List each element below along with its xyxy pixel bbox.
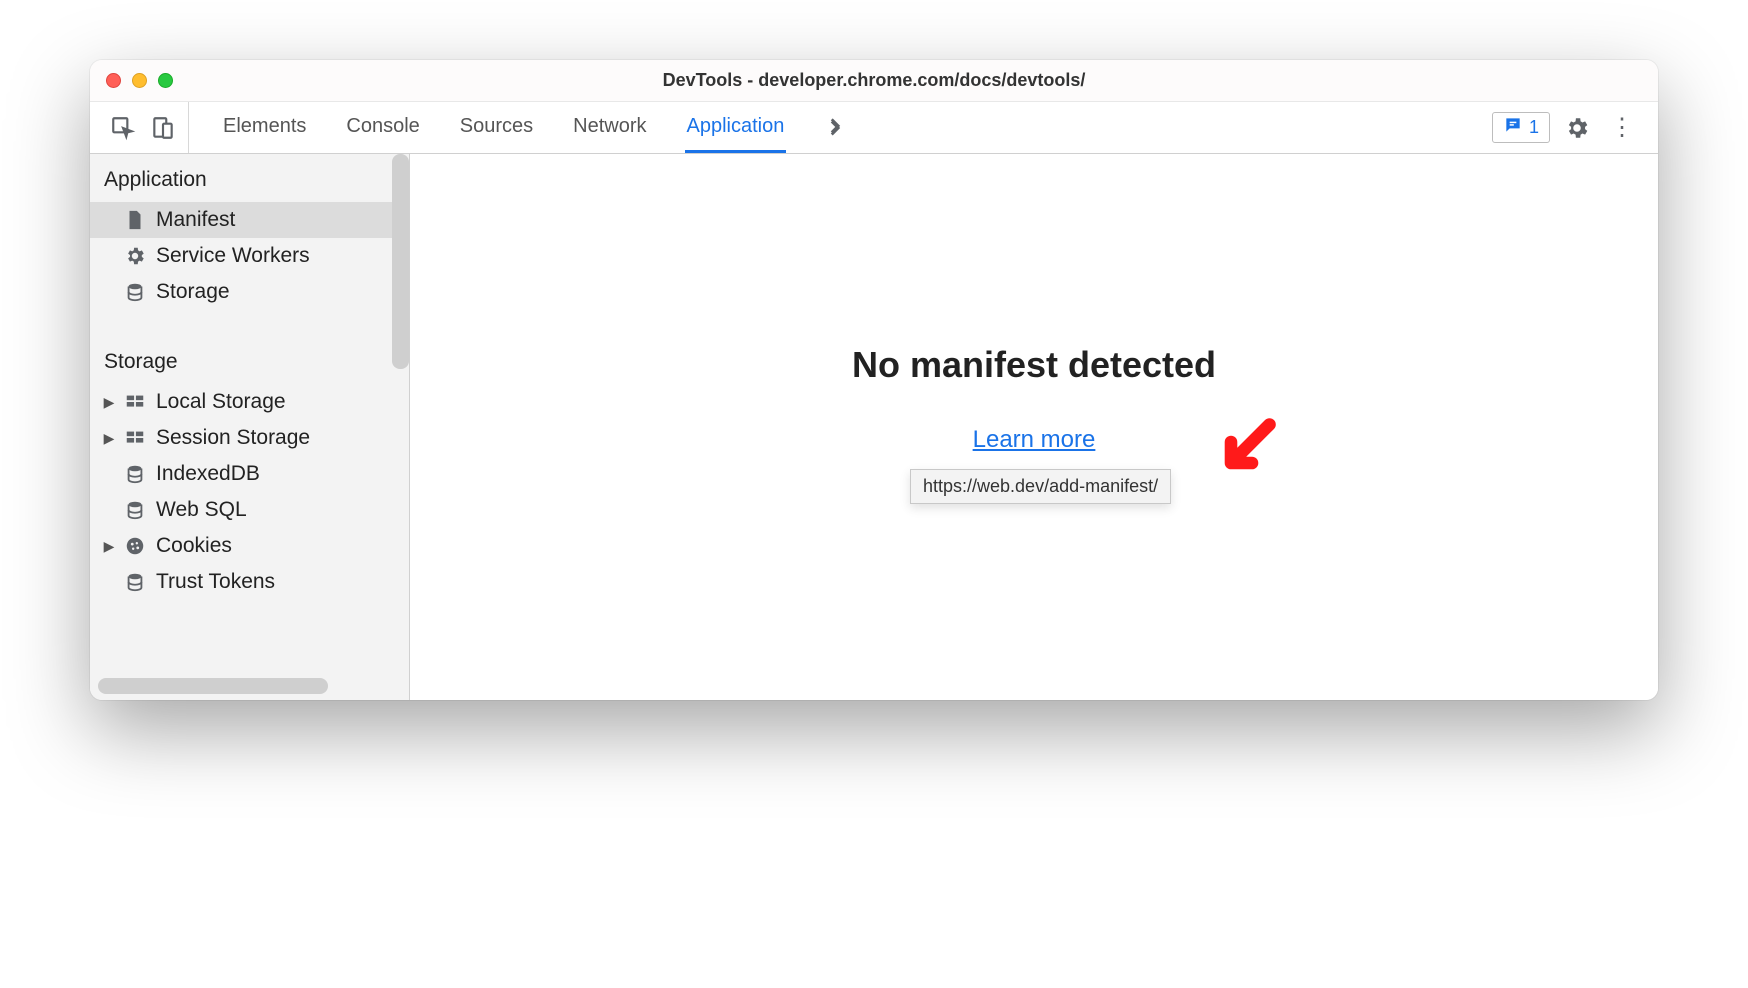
issue-icon <box>1503 115 1523 140</box>
gear-icon <box>124 245 146 267</box>
no-manifest-heading: No manifest detected <box>852 344 1216 386</box>
application-sidebar: Application Manifest Service Workers Sto… <box>90 154 410 700</box>
sidebar-item-session-storage[interactable]: ▶ Session Storage <box>90 420 409 456</box>
tabstrip-right-tools: 1 ⋮ <box>1482 102 1650 153</box>
sidebar-item-label: Manifest <box>156 208 235 232</box>
database-icon <box>124 499 146 521</box>
panel-content: Application Manifest Service Workers Sto… <box>90 154 1658 700</box>
sidebar-horizontal-scrollbar[interactable] <box>98 678 328 694</box>
learn-more-link[interactable]: Learn more <box>973 426 1096 454</box>
sidebar-item-service-workers[interactable]: Service Workers <box>90 238 409 274</box>
inspect-element-icon[interactable] <box>110 115 136 141</box>
sidebar-item-label: Storage <box>156 280 230 304</box>
database-icon <box>124 281 146 303</box>
close-window-button[interactable] <box>106 73 121 88</box>
issues-counter[interactable]: 1 <box>1492 112 1550 143</box>
sidebar-item-cookies[interactable]: ▶ Cookies <box>90 528 409 564</box>
section-application-header: Application <box>90 154 409 202</box>
database-icon <box>124 571 146 593</box>
devtools-window: DevTools - developer.chrome.com/docs/dev… <box>90 60 1658 700</box>
cookie-icon <box>124 535 146 557</box>
table-icon <box>124 427 146 449</box>
tab-console[interactable]: Console <box>344 102 421 153</box>
file-icon <box>124 209 146 231</box>
sidebar-item-label: Service Workers <box>156 244 310 268</box>
sidebar-item-web-sql[interactable]: Web SQL <box>90 492 409 528</box>
sidebar-item-label: Session Storage <box>156 426 310 450</box>
panel-tabs: Elements Console Sources Network Applica… <box>197 102 1482 153</box>
maximize-window-button[interactable] <box>158 73 173 88</box>
database-icon <box>124 463 146 485</box>
sidebar-item-storage-app[interactable]: Storage <box>90 274 409 310</box>
tab-elements[interactable]: Elements <box>221 102 308 153</box>
sidebar-item-manifest[interactable]: Manifest <box>90 202 409 238</box>
annotation-arrow-icon <box>1210 414 1280 489</box>
sidebar-item-indexeddb[interactable]: IndexedDB <box>90 456 409 492</box>
tab-application[interactable]: Application <box>685 102 787 153</box>
chevron-right-icon: ▶ <box>102 538 116 555</box>
sidebar-item-local-storage[interactable]: ▶ Local Storage <box>90 384 409 420</box>
more-options-button[interactable]: ⋮ <box>1604 113 1640 142</box>
window-title: DevTools - developer.chrome.com/docs/dev… <box>90 70 1658 91</box>
inspect-tools <box>98 102 189 153</box>
devtools-tabstrip: Elements Console Sources Network Applica… <box>90 102 1658 154</box>
issues-count: 1 <box>1529 117 1539 138</box>
link-tooltip: https://web.dev/add-manifest/ <box>910 469 1171 504</box>
sidebar-item-label: Web SQL <box>156 498 247 522</box>
sidebar-item-label: IndexedDB <box>156 462 260 486</box>
tab-sources[interactable]: Sources <box>458 102 535 153</box>
tab-network[interactable]: Network <box>571 102 648 153</box>
settings-button[interactable] <box>1564 115 1590 141</box>
chevron-right-icon: ▶ <box>102 394 116 411</box>
toggle-device-toolbar-icon[interactable] <box>150 115 176 141</box>
chevron-right-icon: ▶ <box>102 430 116 447</box>
section-storage-header: Storage <box>90 336 409 384</box>
sidebar-item-trust-tokens[interactable]: Trust Tokens <box>90 564 409 600</box>
sidebar-item-label: Cookies <box>156 534 232 558</box>
table-icon <box>124 391 146 413</box>
sidebar-item-label: Local Storage <box>156 390 286 414</box>
more-tabs-button[interactable] <box>822 102 848 153</box>
sidebar-scrollbar[interactable] <box>392 154 409 369</box>
window-controls <box>106 73 173 88</box>
sidebar-item-label: Trust Tokens <box>156 570 275 594</box>
minimize-window-button[interactable] <box>132 73 147 88</box>
titlebar: DevTools - developer.chrome.com/docs/dev… <box>90 60 1658 102</box>
main-panel: No manifest detected Learn more https://… <box>410 154 1658 700</box>
